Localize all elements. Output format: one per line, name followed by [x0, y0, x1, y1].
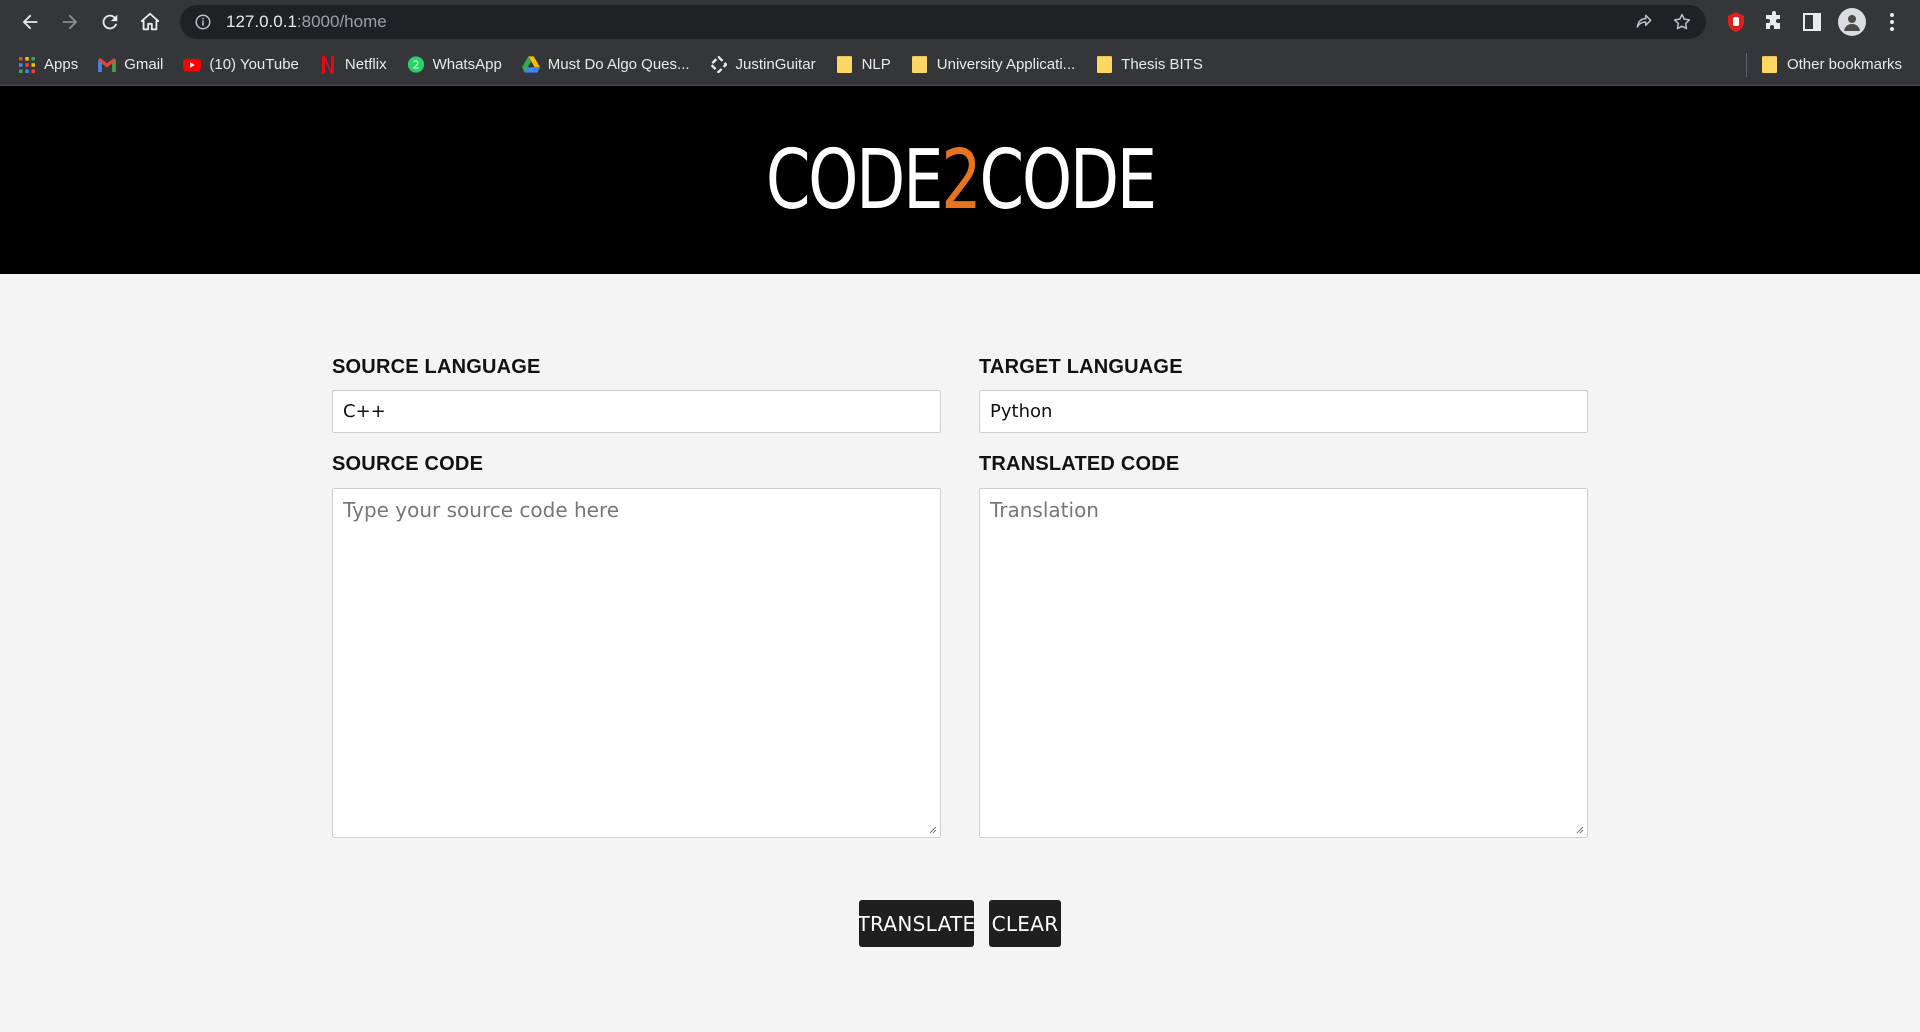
arrow-left-icon	[22, 14, 38, 30]
bookmark-label: Apps	[44, 56, 79, 73]
translated-code-textarea[interactable]: Translation	[979, 488, 1588, 838]
user-icon	[1844, 15, 1860, 31]
bookmark-label: Must Do Algo Ques...	[547, 56, 690, 73]
bookmark-folder-university[interactable]: University Applicati...	[911, 56, 1075, 74]
translate-button[interactable]: TRANSLATE	[858, 900, 975, 947]
source-code-label: SOURCE CODE	[332, 453, 484, 475]
bookmarks-bar: Apps Gmail (10) YouTube Netflix 2 WhatsA…	[0, 44, 1920, 86]
bookmark-gmail[interactable]: Gmail	[98, 56, 163, 74]
bookmark-netflix[interactable]: Netflix	[319, 55, 387, 74]
bookmark-label: NLP	[861, 56, 891, 73]
share-icon[interactable]	[1634, 12, 1654, 32]
bookmark-label: WhatsApp	[432, 56, 502, 73]
target-language-label: TARGET LANGUAGE	[979, 356, 1183, 378]
bookmark-other-bookmarks[interactable]: Other bookmarks	[1761, 56, 1902, 74]
bookmarks-divider	[1745, 52, 1747, 77]
adblock-extension-icon[interactable]	[1724, 10, 1748, 34]
resize-handle-icon[interactable]	[1574, 824, 1584, 834]
info-icon	[195, 14, 211, 30]
translator-form: SOURCE LANGUAGE TARGET LANGUAGE C++ Pyth…	[0, 274, 1920, 1006]
url-text: 127.0.0.1:8000/home	[226, 12, 387, 32]
target-language-input[interactable]: Python	[979, 390, 1588, 433]
url-path: :8000/home	[296, 12, 387, 31]
bookmark-label: JustinGuitar	[735, 56, 816, 73]
svg-text:2: 2	[412, 59, 419, 72]
site-header: CODE2CODE	[0, 86, 1920, 274]
folder-icon	[911, 56, 929, 74]
apps-grid-icon	[18, 56, 36, 74]
source-language-label: SOURCE LANGUAGE	[332, 356, 541, 378]
source-code-placeholder: Type your source code here	[343, 498, 620, 522]
home-icon	[140, 12, 160, 31]
home-button[interactable]	[130, 2, 170, 42]
bookmark-justinguitar[interactable]: JustinGuitar	[710, 56, 816, 74]
translated-code-label: TRANSLATED CODE	[979, 453, 1180, 475]
bookmark-star-icon[interactable]	[1672, 12, 1692, 32]
browser-chrome: 127.0.0.1:8000/home Apps Gmail (10) YouT…	[0, 0, 1920, 86]
source-code-textarea[interactable]: Type your source code here	[332, 488, 941, 838]
bookmark-folder-nlp[interactable]: NLP	[836, 56, 891, 74]
forward-button[interactable]	[50, 2, 90, 42]
folder-icon	[1761, 56, 1779, 74]
bookmark-label: Thesis BITS	[1121, 56, 1203, 73]
bookmark-label: Netflix	[344, 56, 387, 73]
resize-handle-icon[interactable]	[927, 824, 937, 834]
logo-text-code: CODE	[979, 132, 1157, 228]
netflix-icon	[319, 55, 337, 74]
reload-button[interactable]	[90, 2, 130, 42]
whatsapp-icon: 2	[407, 56, 425, 74]
reload-icon	[102, 14, 118, 30]
bookmark-label: Gmail	[124, 56, 164, 73]
source-language-input[interactable]: C++	[332, 390, 941, 433]
bookmark-youtube[interactable]: (10) YouTube	[183, 56, 299, 74]
bookmark-whatsapp[interactable]: 2 WhatsApp	[407, 56, 502, 74]
address-bar[interactable]: 127.0.0.1:8000/home	[180, 5, 1706, 39]
browser-toolbar: 127.0.0.1:8000/home	[0, 0, 1920, 44]
google-drive-icon	[521, 56, 540, 74]
clear-button[interactable]: CLEAR	[989, 900, 1061, 947]
gmail-icon	[98, 56, 116, 74]
back-button[interactable]	[10, 2, 50, 42]
profile-avatar[interactable]	[1838, 8, 1866, 36]
bookmark-label: (10) YouTube	[209, 56, 299, 73]
logo-text-code: CODE	[765, 132, 943, 228]
arrow-right-icon	[62, 14, 78, 30]
justinguitar-icon	[710, 56, 728, 74]
youtube-icon	[183, 56, 202, 74]
logo-text-two: 2	[940, 132, 982, 228]
translated-code-placeholder: Translation	[990, 498, 1099, 522]
bookmark-apps[interactable]: Apps	[18, 56, 78, 74]
bookmark-label: University Applicati...	[936, 56, 1076, 73]
site-logo: CODE2CODE	[765, 132, 1157, 228]
menu-kebab-icon[interactable]	[1880, 10, 1904, 34]
extensions-puzzle-icon[interactable]	[1762, 10, 1786, 34]
bookmark-folder-thesis[interactable]: Thesis BITS	[1095, 56, 1203, 74]
folder-icon	[836, 56, 854, 74]
side-panel-icon[interactable]	[1800, 10, 1824, 34]
bookmark-must-do-algo[interactable]: Must Do Algo Ques...	[521, 56, 690, 74]
folder-icon	[1095, 56, 1113, 74]
url-host: 127.0.0.1	[226, 12, 297, 31]
bookmark-label: Other bookmarks	[1786, 56, 1902, 73]
